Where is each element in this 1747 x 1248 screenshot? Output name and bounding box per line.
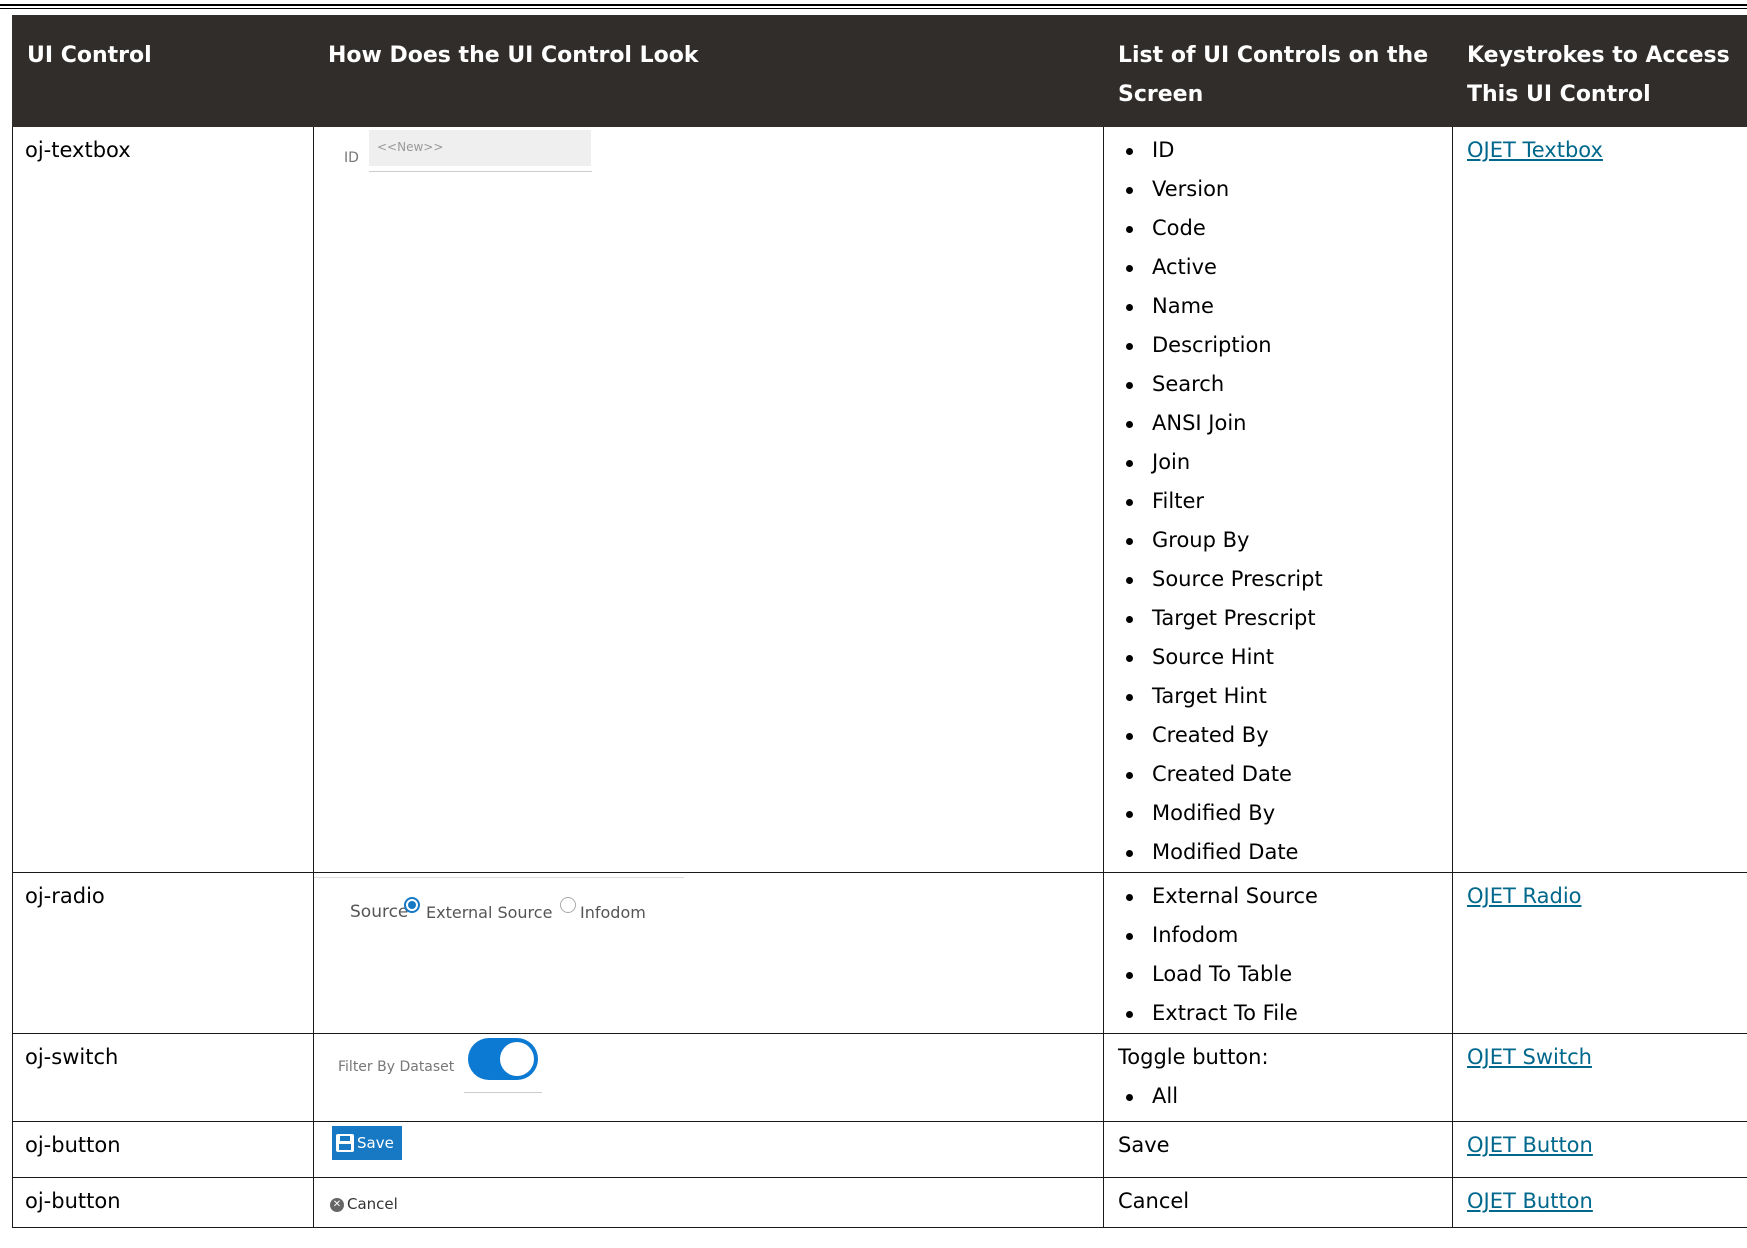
cancel-button-preview: ✕ Cancel xyxy=(314,1178,1103,1224)
list-item: Join xyxy=(1118,443,1438,482)
infodom-option[interactable]: Infodom xyxy=(580,893,646,932)
list-item: Description xyxy=(1118,326,1438,365)
textbox-preview: ID <<New>> xyxy=(314,127,1103,247)
keystroke-cell: OJET Radio xyxy=(1452,872,1747,1034)
control-preview: ID <<New>> xyxy=(313,126,1104,873)
list-item: Search xyxy=(1118,365,1438,404)
filter-by-dataset-label: Filter By Dataset xyxy=(338,1059,455,1075)
list-item: Target Prescript xyxy=(1118,599,1438,638)
list-item: ID xyxy=(1118,131,1438,170)
controls-list: All xyxy=(1118,1077,1438,1116)
control-name: oj-switch xyxy=(12,1033,314,1122)
id-textbox[interactable]: <<New>> xyxy=(369,130,591,166)
list-item: Target Hint xyxy=(1118,677,1438,716)
list-intro: Toggle button: xyxy=(1118,1045,1269,1069)
list-item: Active xyxy=(1118,248,1438,287)
list-item: Filter xyxy=(1118,482,1438,521)
infodom-radio[interactable] xyxy=(560,897,576,913)
filter-by-dataset-switch[interactable] xyxy=(468,1038,538,1080)
list-item: Name xyxy=(1118,287,1438,326)
controls-list-cell: Toggle button: All xyxy=(1103,1033,1453,1122)
controls-list-cell: External Source Infodom Load To Table Ex… xyxy=(1103,872,1453,1034)
list-item: Created Date xyxy=(1118,755,1438,794)
save-button-label: Save xyxy=(357,1134,394,1152)
keystroke-cell: OJET Button xyxy=(1452,1177,1747,1228)
list-item: Source Prescript xyxy=(1118,560,1438,599)
switch-knob xyxy=(500,1042,534,1076)
controls-list: ID Version Code Active Name Description … xyxy=(1118,131,1438,872)
controls-list-cell: ID Version Code Active Name Description … xyxy=(1103,126,1453,873)
textbox-underline xyxy=(369,171,592,172)
table-row: oj-textbox ID <<New>> ID Version Code Ac… xyxy=(12,126,1747,873)
table-row: oj-switch Filter By Dataset Toggle butto… xyxy=(12,1033,1747,1122)
switch-preview: Filter By Dataset xyxy=(314,1034,1103,1098)
list-item: Code xyxy=(1118,209,1438,248)
table-row: oj-button ✕ Cancel Cancel OJET Button xyxy=(12,1177,1747,1228)
control-preview: ✕ Cancel xyxy=(313,1177,1104,1228)
source-label: Source xyxy=(350,902,409,922)
control-preview: Source External Source Infodom xyxy=(313,872,1104,1034)
keystroke-cell: OJET Switch xyxy=(1452,1033,1747,1122)
header-control-look: How Does the UI Control Look xyxy=(313,15,1104,127)
list-item: External Source xyxy=(1118,877,1438,916)
list-item: Created By xyxy=(1118,716,1438,755)
controls-list-cell: Cancel xyxy=(1103,1177,1453,1228)
control-name: oj-button xyxy=(12,1121,314,1178)
ojet-button-link[interactable]: OJET Button xyxy=(1467,1133,1593,1157)
cancel-button-label: Cancel xyxy=(347,1195,398,1213)
save-disk-icon xyxy=(336,1134,354,1152)
keystroke-cell: OJET Button xyxy=(1452,1121,1747,1178)
table-row: oj-button Save Save OJET Button xyxy=(12,1121,1747,1178)
control-name: oj-button xyxy=(12,1177,314,1228)
list-item: ANSI Join xyxy=(1118,404,1438,443)
control-preview: Filter By Dataset xyxy=(313,1033,1104,1122)
keystroke-cell: OJET Textbox xyxy=(1452,126,1747,873)
list-item: Source Hint xyxy=(1118,638,1438,677)
header-row: UI Control How Does the UI Control Look … xyxy=(12,15,1747,127)
ojet-button-link[interactable]: OJET Button xyxy=(1467,1189,1593,1213)
ui-controls-table: UI Control How Does the UI Control Look … xyxy=(12,15,1747,1228)
control-preview: Save xyxy=(313,1121,1104,1178)
top-rule xyxy=(0,4,1747,6)
list-item: Extract To File xyxy=(1118,994,1438,1033)
controls-list: External Source Infodom Load To Table Ex… xyxy=(1118,877,1438,1033)
radio-top-line xyxy=(314,877,684,878)
list-item: Modified By xyxy=(1118,794,1438,833)
header-keystrokes: Keystrokes to Access This UI Control xyxy=(1452,15,1747,127)
controls-list-cell: Save xyxy=(1103,1121,1453,1178)
top-rule-thin xyxy=(0,8,1747,9)
save-button-preview: Save xyxy=(314,1122,1103,1172)
radio-preview: Source External Source Infodom xyxy=(314,873,1103,1023)
id-label: ID xyxy=(344,150,359,166)
cancel-x-icon: ✕ xyxy=(330,1197,344,1212)
list-item: Infodom xyxy=(1118,916,1438,955)
external-source-radio[interactable] xyxy=(404,897,420,913)
save-button[interactable]: Save xyxy=(332,1126,402,1160)
control-name: oj-textbox xyxy=(12,126,314,873)
header-ui-control: UI Control xyxy=(12,15,314,127)
list-item: Load To Table xyxy=(1118,955,1438,994)
switch-underline xyxy=(464,1092,542,1093)
list-item: Group By xyxy=(1118,521,1438,560)
table-row: oj-radio Source External Source Infodom … xyxy=(12,872,1747,1034)
cancel-button[interactable]: ✕ Cancel xyxy=(330,1185,398,1224)
ojet-textbox-link[interactable]: OJET Textbox xyxy=(1467,138,1603,162)
ojet-switch-link[interactable]: OJET Switch xyxy=(1467,1045,1592,1069)
external-source-option[interactable]: External Source xyxy=(426,893,552,932)
control-name: oj-radio xyxy=(12,872,314,1034)
list-item: Modified Date xyxy=(1118,833,1438,872)
header-controls-list: List of UI Controls on the Screen xyxy=(1103,15,1453,127)
list-item: All xyxy=(1118,1077,1438,1116)
list-item: Version xyxy=(1118,170,1438,209)
ojet-radio-link[interactable]: OJET Radio xyxy=(1467,884,1582,908)
